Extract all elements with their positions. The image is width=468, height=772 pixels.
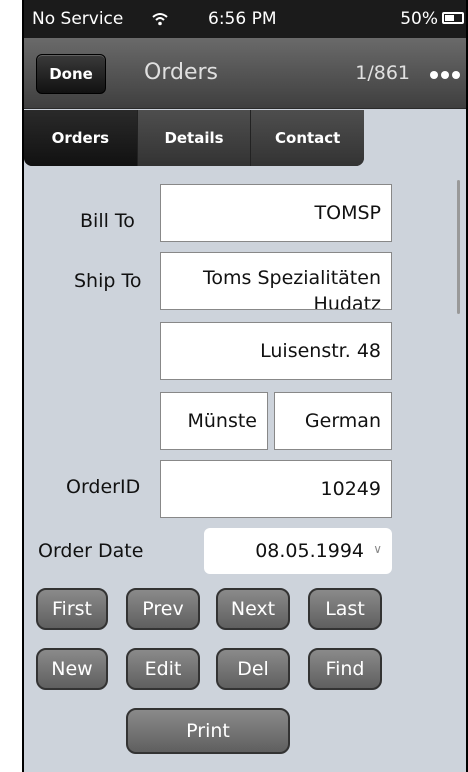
- tab-details[interactable]: Details: [137, 110, 252, 166]
- ship-name-field[interactable]: Toms Spezialitäten Hudatz: [160, 252, 392, 310]
- done-button[interactable]: Done: [36, 54, 106, 94]
- address-field[interactable]: Luisenstr. 48: [160, 322, 392, 380]
- orderdate-picker[interactable]: 08.05.1994 ∨: [204, 528, 392, 574]
- print-button[interactable]: Print: [126, 708, 290, 754]
- tab-bar: Orders Details Contact: [24, 110, 364, 166]
- last-button[interactable]: Last: [308, 588, 382, 630]
- find-button[interactable]: Find: [308, 648, 382, 690]
- battery-percent: 50%: [400, 9, 438, 29]
- tab-orders[interactable]: Orders: [24, 110, 138, 166]
- more-icon[interactable]: [430, 71, 460, 79]
- country-field[interactable]: German: [274, 392, 392, 450]
- tab-contact[interactable]: Contact: [251, 110, 364, 166]
- app-screen: No Service 6:56 PM 50% Done Orders 1/861…: [22, 0, 468, 772]
- ship-name-line2: Hudatz: [313, 293, 381, 310]
- carrier-label: No Service: [32, 9, 124, 29]
- del-button[interactable]: Del: [216, 648, 290, 690]
- record-counter: 1/861: [355, 62, 410, 84]
- wifi-icon: [152, 13, 168, 26]
- orderid-field[interactable]: 10249: [160, 460, 392, 518]
- ship-name-line1: Toms Spezialitäten: [203, 267, 381, 289]
- city-field[interactable]: Münste: [160, 392, 268, 450]
- prev-button[interactable]: Prev: [126, 588, 200, 630]
- orderid-label: OrderID: [66, 476, 141, 498]
- battery-icon: [442, 12, 464, 24]
- orderdate-label: Order Date: [38, 540, 144, 562]
- page-title: Orders: [144, 60, 218, 85]
- edit-button[interactable]: Edit: [126, 648, 200, 690]
- ship-to-label: Ship To: [74, 270, 142, 292]
- scrollbar[interactable]: [457, 180, 460, 314]
- navigation-bar: Done Orders 1/861: [24, 38, 466, 109]
- new-button[interactable]: New: [36, 648, 108, 690]
- first-button[interactable]: First: [36, 588, 108, 630]
- next-button[interactable]: Next: [216, 588, 290, 630]
- bill-to-label: Bill To: [80, 210, 135, 232]
- orderdate-value: 08.05.1994: [255, 540, 364, 562]
- chevron-down-icon: ∨: [373, 542, 382, 556]
- clock: 6:56 PM: [208, 9, 277, 29]
- status-bar: No Service 6:56 PM 50%: [24, 0, 466, 38]
- bill-to-field[interactable]: TOMSP: [160, 184, 392, 242]
